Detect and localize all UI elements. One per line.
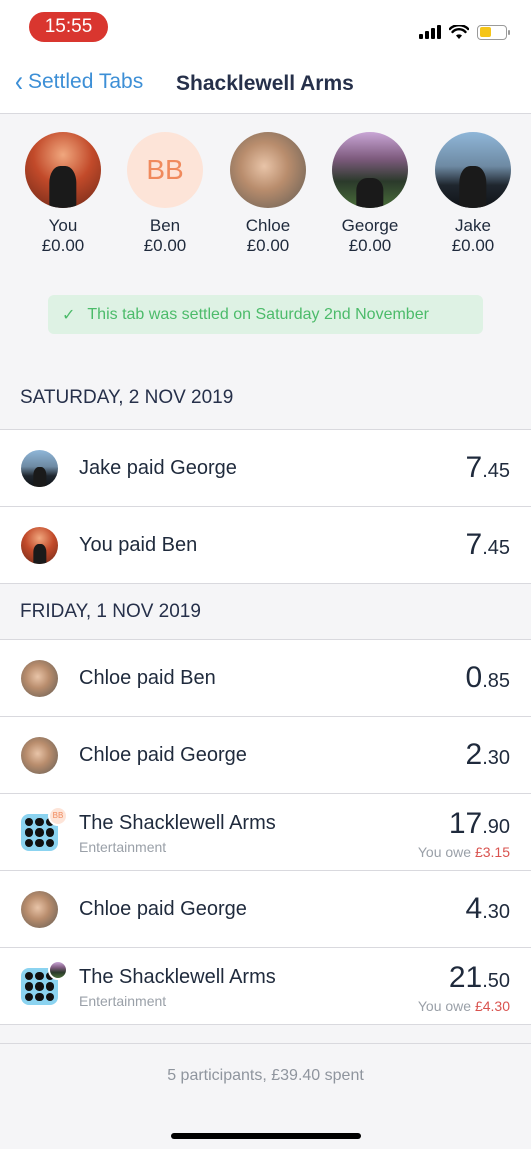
back-label: Settled Tabs	[28, 70, 144, 93]
page-title: Shacklewell Arms	[176, 72, 354, 95]
transaction-amount: 7.45	[465, 451, 511, 484]
participant-name: You	[48, 216, 78, 235]
participant-balance: £0.00	[246, 236, 290, 255]
navigation-bar: ‹ Settled Tabs Shacklewell Arms	[0, 56, 531, 114]
participant-name: George	[341, 216, 399, 235]
transaction-amount: 7.45	[465, 528, 511, 561]
avatar	[332, 132, 408, 208]
participant-george[interactable]: George £0.00	[320, 132, 420, 256]
checkmark-icon: ✓	[62, 306, 76, 324]
transaction-amount: 4.30	[465, 892, 511, 925]
participant-name: Ben	[149, 216, 181, 235]
transaction-row[interactable]: You paid Ben 7.45	[0, 507, 531, 584]
participant-ben[interactable]: BB Ben £0.00	[115, 132, 215, 256]
participant-jake[interactable]: Jake £0.00	[423, 132, 523, 256]
tab-header: You £0.00 BB Ben £0.00 Chloe £0.00 Georg…	[0, 114, 531, 366]
payer-badge-avatar	[48, 960, 68, 980]
owe-amount: £4.30	[474, 998, 510, 1014]
avatar	[25, 132, 101, 208]
settled-notice-text: This tab was settled on Saturday 2nd Nov…	[87, 305, 429, 323]
payer-avatar	[21, 891, 58, 928]
battery-icon	[477, 24, 510, 40]
expense-amount: 17.90	[448, 807, 510, 840]
avatar-initials: BB	[127, 132, 203, 208]
transaction-row[interactable]: Jake paid George 7.45	[0, 430, 531, 507]
payer-avatar	[21, 737, 58, 774]
footer-summary: 5 participants, £39.40 spent	[167, 1067, 364, 1084]
home-indicator[interactable]	[171, 1133, 361, 1139]
expense-title: The Shacklewell Arms	[79, 966, 276, 988]
transaction-title: Chloe paid Ben	[79, 667, 216, 689]
expense-category: Entertainment	[79, 839, 167, 855]
payer-badge: BB	[48, 806, 68, 826]
transaction-title: Chloe paid George	[79, 898, 247, 920]
participant-balance: £0.00	[451, 236, 495, 255]
transaction-title: You paid Ben	[79, 534, 198, 556]
expense-row[interactable]: BB The Shacklewell Arms Entertainment 17…	[0, 794, 531, 871]
transaction-title: Chloe paid George	[79, 744, 247, 766]
footer-divider	[0, 1043, 531, 1044]
back-button[interactable]: ‹ Settled Tabs	[14, 65, 144, 98]
status-time: 15:55	[29, 12, 108, 42]
participant-balance: £0.00	[348, 236, 392, 255]
participant-balance: £0.00	[41, 236, 85, 255]
transaction-title: Jake paid George	[79, 457, 237, 479]
participant-you[interactable]: You £0.00	[13, 132, 113, 256]
expense-amount: 21.50	[448, 961, 510, 994]
settled-notice: ✓ This tab was settled on Saturday 2nd N…	[48, 295, 483, 334]
payer-avatar	[21, 660, 58, 697]
owe-line: You owe £4.30	[417, 998, 510, 1014]
status-bar: 15:55	[0, 0, 531, 56]
section-header-date: SATURDAY, 2 NOV 2019	[0, 366, 531, 430]
expense-row[interactable]: The Shacklewell Arms Entertainment 21.50…	[0, 948, 531, 1025]
transaction-row[interactable]: Chloe paid George 2.30	[0, 717, 531, 794]
chevron-left-icon: ‹	[15, 65, 23, 98]
owe-line: You owe £3.15	[417, 844, 510, 860]
transaction-row[interactable]: Chloe paid Ben 0.85	[0, 640, 531, 717]
participant-chloe[interactable]: Chloe £0.00	[218, 132, 318, 256]
wifi-icon	[449, 24, 469, 39]
expense-category: Entertainment	[79, 993, 167, 1009]
status-icons	[419, 22, 510, 42]
transaction-row[interactable]: Chloe paid George 4.30	[0, 871, 531, 948]
participant-balance: £0.00	[143, 236, 187, 255]
transaction-amount: 2.30	[465, 738, 511, 771]
avatar	[435, 132, 511, 208]
payer-avatar	[21, 527, 58, 564]
cellular-signal-icon	[419, 25, 441, 39]
participant-name: Chloe	[245, 216, 291, 235]
transaction-amount: 0.85	[465, 661, 511, 694]
footer: 5 participants, £39.40 spent	[0, 1025, 531, 1149]
section-header-date: FRIDAY, 1 NOV 2019	[0, 584, 531, 640]
owe-amount: £3.15	[474, 844, 510, 860]
avatar	[230, 132, 306, 208]
expense-title: The Shacklewell Arms	[79, 812, 276, 834]
participant-name: Jake	[455, 216, 491, 235]
payer-avatar	[21, 450, 58, 487]
